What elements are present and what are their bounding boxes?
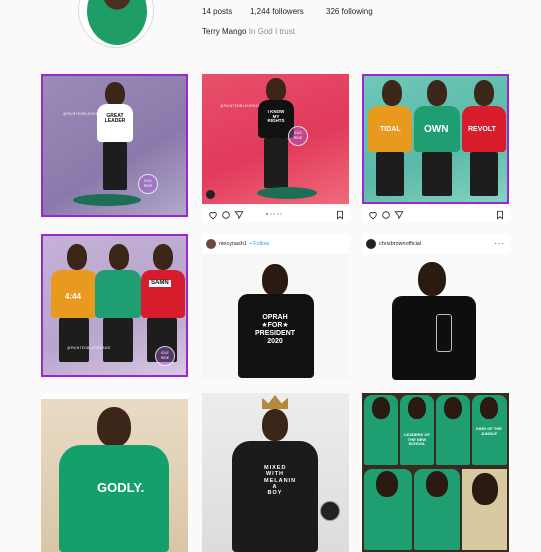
post-tile-great-leader[interactable]: @PAINTEDBLKDREAMS GREAT LEADER IDLE RIDE — [41, 74, 188, 217]
post-tile-i-know-my-rights[interactable]: @PAINTEDBLKDREAMS I KNOW MY RIGHTS IDLE R… — [202, 74, 349, 204]
share-icon[interactable] — [232, 209, 245, 222]
post-tile-collage[interactable]: LEADERS OF THE NEW SCHOOL KING OF THE JU… — [362, 393, 509, 552]
embedded-post-header: chrisbrownofficial ··· — [362, 234, 509, 254]
post-tile-oprah-for-president[interactable]: niecynash1 • Follow OPRAH ★FOR★ PRESIDEN… — [202, 234, 349, 380]
hoodie-text: GODLY. — [97, 480, 145, 495]
bio-text: In God I trust — [248, 27, 295, 36]
skateboard — [257, 187, 317, 199]
post-actions — [362, 208, 509, 222]
comment-icon[interactable] — [379, 209, 392, 222]
boy-figure: GREAT LEADER — [95, 82, 135, 202]
followers-link[interactable]: 1,244 followers — [250, 7, 326, 16]
more-options-icon[interactable]: ··· — [494, 239, 505, 248]
embedded-post-header: niecynash1 • Follow — [202, 234, 349, 254]
hoodie-text-a: LEADERS OF THE NEW SCHOOL — [404, 432, 430, 447]
post-tile-mixed-with-melanin[interactable]: MIXED WITH MELANIN A BOY · — [202, 393, 349, 552]
heart-icon[interactable] — [206, 209, 219, 222]
hoodie-text-middle: OWN — [424, 124, 449, 135]
watermark: @PAINTEDBLKDREAMS — [67, 346, 111, 350]
post-tile-godly[interactable]: GODLY. — [41, 393, 188, 552]
post-tile-chrisbrown[interactable]: chrisbrownofficial ··· — [362, 234, 509, 380]
carousel-dots — [266, 213, 282, 215]
hoodie-text: OPRAH ★FOR★ PRESIDENT 2020 — [254, 314, 296, 346]
following-link[interactable]: 326 following — [326, 7, 373, 16]
profile-name: Terry Mango — [202, 27, 247, 36]
hoodie-text: MIXED WITH MELANIN A BOY — [264, 465, 297, 497]
shirt-text: I KNOW MY RIGHTS — [267, 109, 285, 124]
logo-stamp: IDLE RIDE — [155, 346, 175, 366]
comment-icon[interactable] — [219, 209, 232, 222]
hoodie-graphic — [436, 314, 452, 352]
user-tag-icon[interactable] — [206, 190, 215, 199]
bookmark-icon[interactable] — [333, 209, 346, 222]
share-icon[interactable] — [392, 209, 405, 222]
skateboard — [73, 194, 141, 206]
bookmark-icon[interactable] — [493, 209, 506, 222]
profile-page: 14 posts 1,244 followers 326 following T… — [0, 0, 541, 552]
post-actions — [202, 208, 349, 222]
heart-icon[interactable] — [366, 209, 379, 222]
profile-avatar[interactable] — [78, 0, 154, 48]
shirt-text: GREAT LEADER — [104, 113, 126, 125]
hoodie-text-left: 4:44 — [65, 292, 82, 301]
logo-stamp: IDLE RIDE — [138, 174, 158, 194]
hoodie-text-right: SAMN — [149, 280, 171, 287]
hoodie-text-b: KING OF THE JUNGLE — [476, 426, 502, 436]
username[interactable]: niecynash1 — [219, 241, 247, 247]
embedded-post-header — [41, 393, 188, 399]
crown-icon — [262, 395, 288, 409]
post-tile-tidal-own-revolt[interactable]: TIDAL OWN REVOLT — [362, 74, 509, 204]
user-avatar[interactable] — [206, 239, 216, 249]
profile-stats: 14 posts 1,244 followers 326 following — [202, 7, 373, 16]
logo-stamp: IDLE RIDE — [288, 126, 308, 146]
hoodie-text-right: REVOLT — [468, 126, 496, 133]
profile-bio: Terry Mango In God I trust — [202, 27, 295, 36]
posts-count: 14 posts — [202, 7, 233, 16]
post-tile-444-hoodies[interactable]: 4:44 SAMN @PAINTEDBLKDREAMS IDLE RIDE — [41, 234, 188, 377]
user-avatar[interactable] — [366, 239, 376, 249]
follow-link[interactable]: • Follow — [250, 241, 269, 247]
username[interactable]: chrisbrownofficial — [379, 241, 421, 247]
hoodie-text-left: TIDAL — [380, 126, 401, 133]
logo-stamp: · — [320, 501, 340, 521]
